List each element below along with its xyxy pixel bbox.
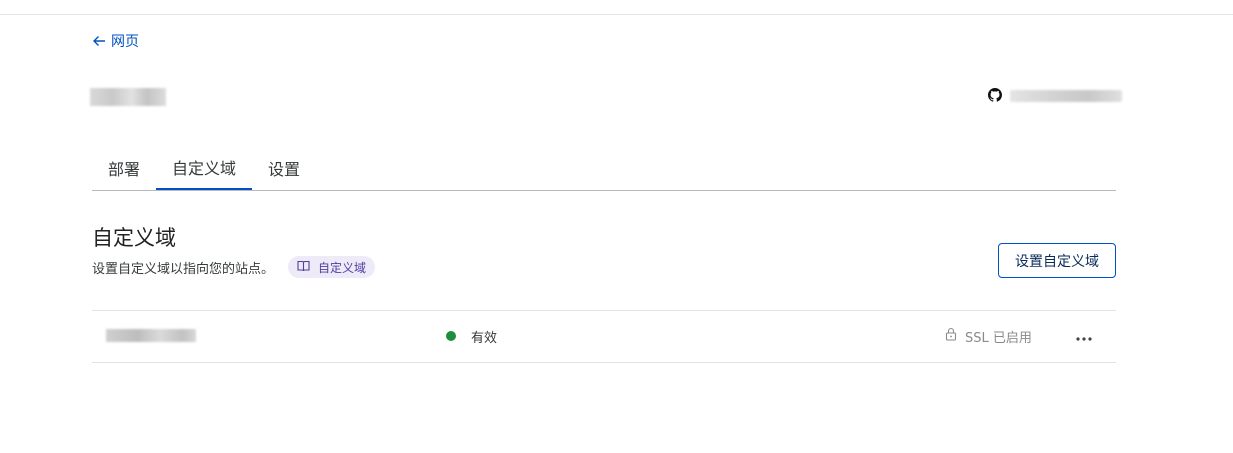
back-link-label: 网页: [111, 34, 139, 50]
domain-row: 有效 SSL 已启用: [92, 310, 1116, 363]
top-divider: [0, 14, 1233, 15]
section-title: 自定义域: [92, 226, 176, 250]
repo-link[interactable]: [988, 87, 1122, 106]
arrow-left-icon: [92, 34, 106, 48]
more-actions-button[interactable]: [1074, 325, 1094, 345]
book-icon: [297, 260, 310, 275]
project-name: [90, 88, 166, 106]
domain-name[interactable]: [106, 329, 196, 342]
docs-link[interactable]: 自定义域: [288, 256, 376, 278]
section-description: 设置自定义域以指向您的站点。 自定义域: [92, 256, 376, 278]
back-link[interactable]: 网页: [92, 32, 139, 50]
tab-settings[interactable]: 设置: [252, 146, 316, 189]
repo-name: [1010, 90, 1122, 102]
github-icon: [988, 87, 1003, 106]
docs-link-label: 自定义域: [318, 260, 367, 275]
ssl-status-label: SSL 已启用: [965, 330, 1032, 346]
tab-custom-domains[interactable]: 自定义域: [156, 146, 253, 190]
domain-status-label: 有效: [471, 330, 498, 346]
ssl-status: SSL 已启用: [945, 327, 1032, 346]
domain-status: 有效: [446, 327, 498, 346]
more-horizontal-icon: [1076, 326, 1092, 345]
section-description-text: 设置自定义域以指向您的站点。: [92, 261, 275, 277]
lock-icon: [945, 327, 957, 345]
setup-custom-domain-button[interactable]: 设置自定义域: [998, 243, 1116, 278]
status-dot-icon: [446, 331, 456, 341]
tab-bar: 部署 自定义域 设置: [92, 146, 1116, 191]
tab-deployments[interactable]: 部署: [92, 146, 156, 189]
